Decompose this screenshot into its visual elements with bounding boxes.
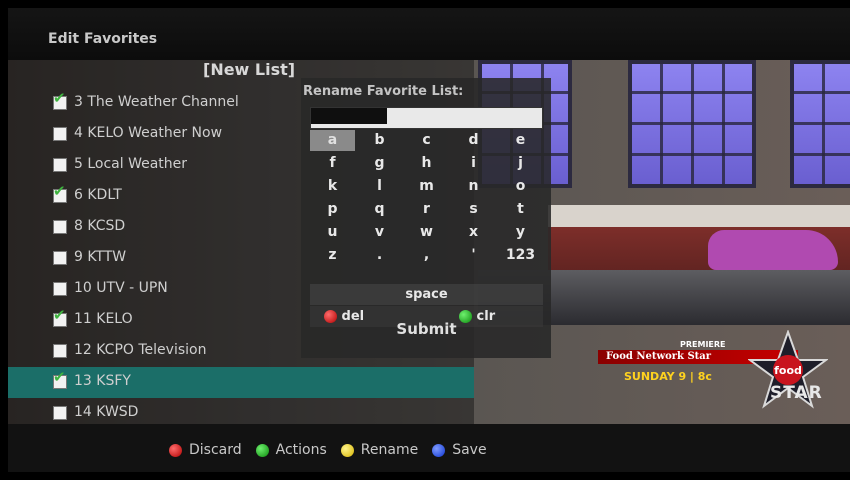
key-1-1[interactable]: g [357,153,402,174]
rename-title: Rename Favorite List: [303,84,464,99]
footer-bar: Discard Actions Rename Save [8,424,850,472]
key-0-4[interactable]: e [498,130,543,151]
actions-action[interactable]: Actions [276,442,327,458]
key-0-2[interactable]: c [404,130,449,151]
key-5-1[interactable]: . [357,245,402,266]
promo-banner: PREMIERE Food Network Star SUNDAY 9 | 8c… [598,330,850,414]
channel-label: 14 KWSD [74,404,139,420]
key-4-1[interactable]: v [357,222,402,243]
bg-window [790,60,850,188]
blue-button-icon [432,443,446,457]
key-4-0[interactable]: u [310,222,355,243]
promo-logo-word: food [774,364,802,377]
checkbox[interactable] [53,127,67,141]
key-3-1[interactable]: q [357,199,402,220]
channel-label: 13 KSFY [74,373,131,389]
checkbox[interactable] [53,220,67,234]
channel-label: 9 KTTW [74,249,127,265]
checkmark-icon: ✔ [53,368,66,386]
checkbox[interactable] [53,344,67,358]
green-button-icon [255,443,269,457]
checkbox[interactable] [53,251,67,265]
promo-time: SUNDAY 9 | 8c [624,370,712,383]
bg-window [628,60,756,188]
checkmark-icon: ✔ [53,182,66,200]
channel-label: 3 The Weather Channel [74,94,239,110]
key-5-3[interactable]: ' [451,245,496,266]
key-1-3[interactable]: i [451,153,496,174]
rename-keyboard-panel: Rename Favorite List: abcde fghij klmno pqr… [301,78,551,358]
discard-action[interactable]: Discard [189,442,242,458]
key-2-2[interactable]: m [404,176,449,197]
list-title: [New List] [203,60,296,79]
bg-counter [548,205,850,227]
checked-checkbox[interactable]: ✔ [53,91,67,110]
header-bar: Edit Favorites [8,8,850,60]
checked-checkbox[interactable]: ✔ [53,184,67,203]
checkbox[interactable] [53,406,67,420]
checkbox[interactable] [53,282,67,296]
channel-label: 6 KDLT [74,187,122,203]
yellow-button-icon [340,443,354,457]
key-4-2[interactable]: w [404,222,449,243]
key-2-1[interactable]: l [357,176,402,197]
checked-checkbox[interactable]: ✔ [53,370,67,389]
key-2-4[interactable]: o [498,176,543,197]
channel-label: 10 UTV - UPN [74,280,168,296]
key-0-1[interactable]: b [357,130,402,151]
checked-checkbox[interactable]: ✔ [53,308,67,327]
checkmark-icon: ✔ [53,89,66,107]
key-3-4[interactable]: t [498,199,543,220]
key-1-0[interactable]: f [310,153,355,174]
promo-premiere: PREMIERE [680,340,726,349]
key-4-3[interactable]: x [451,222,496,243]
channel-label: 4 KELO Weather Now [74,125,223,141]
key-5-0[interactable]: z [310,245,355,266]
checkmark-icon: ✔ [53,306,66,324]
submit-button[interactable]: Submit [310,320,543,338]
channel-label: 12 KCPO Television [74,342,207,358]
promo-star-word: STAR [770,383,823,403]
promo-show: Food Network Star [606,351,712,362]
channel-label: 8 KCSD [74,218,126,234]
key-3-3[interactable]: s [451,199,496,220]
channel-row[interactable]: ✔ 13 KSFY [8,367,474,398]
key-3-0[interactable]: p [310,199,355,220]
key-3-2[interactable]: r [404,199,449,220]
list-name-input[interactable] [310,107,543,129]
checkbox[interactable] [53,158,67,172]
bg-person [708,230,838,270]
key-0-3[interactable]: d [451,130,496,151]
key-2-3[interactable]: n [451,176,496,197]
page-title: Edit Favorites [48,31,158,47]
save-action[interactable]: Save [452,442,486,458]
key-2-0[interactable]: k [310,176,355,197]
input-highlight [311,108,387,124]
tv-screen: Edit Favorites [New List] ✔ 3 The Weather… [8,8,850,472]
rename-action[interactable]: Rename [361,442,418,458]
key-1-4[interactable]: j [498,153,543,174]
key-0-0[interactable]: a [310,130,355,151]
key-5-4[interactable]: 123 [498,245,543,266]
red-button-icon [169,443,182,457]
button-legend: Discard Actions Rename Save [169,442,494,458]
channel-label: 11 KELO [74,311,133,327]
key-1-2[interactable]: h [404,153,449,174]
key-5-2[interactable]: , [404,245,449,266]
key-4-4[interactable]: y [498,222,543,243]
channel-label: 5 Local Weather [74,156,188,172]
space-key[interactable]: space [310,284,543,305]
